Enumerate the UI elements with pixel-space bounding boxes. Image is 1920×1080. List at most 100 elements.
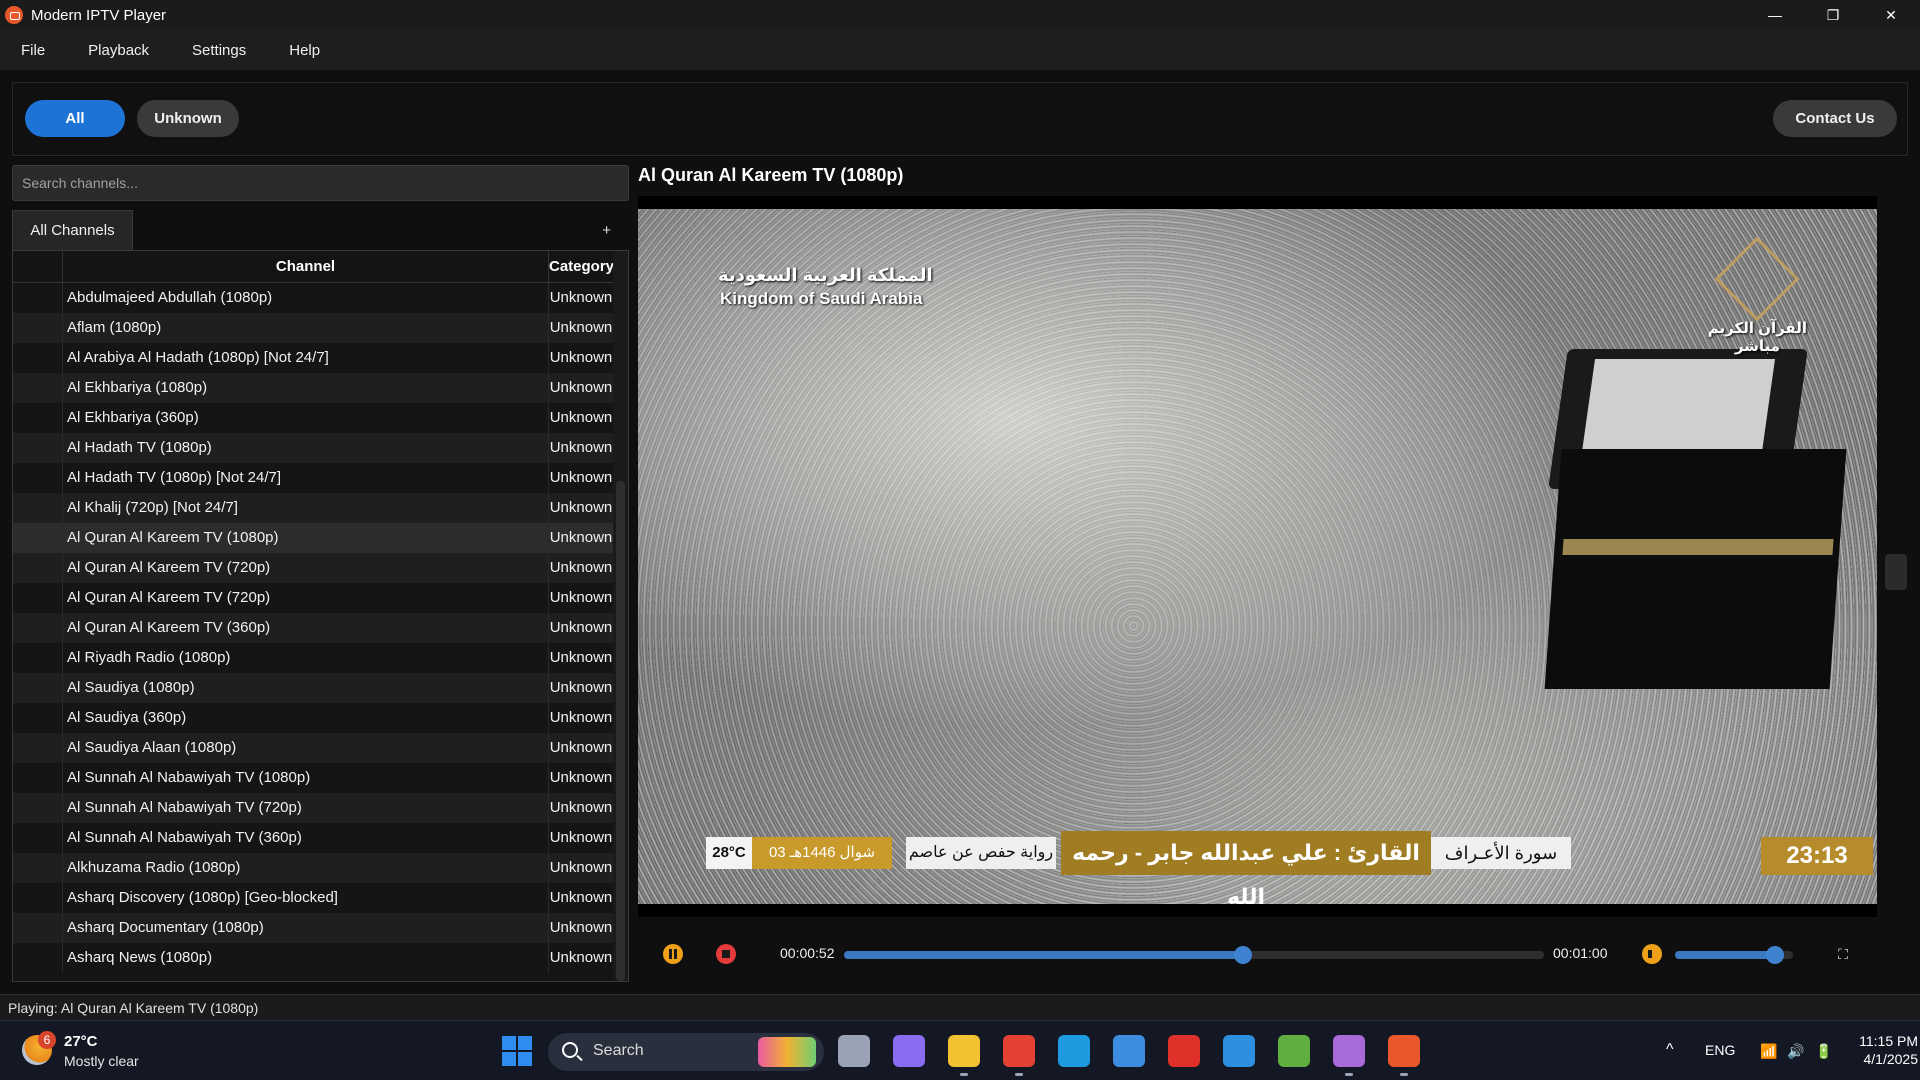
table-row[interactable]: Al Sunnah Al Nabawiyah TV (720p) Unknown xyxy=(13,793,613,823)
channel-name-cell[interactable]: Al Sunnah Al Nabawiyah TV (720p) xyxy=(63,793,549,823)
search-input[interactable] xyxy=(12,165,629,201)
row-header-cell[interactable] xyxy=(13,883,63,913)
wifi-icon[interactable]: 📶 xyxy=(1760,1043,1777,1060)
contact-us-button[interactable]: Contact Us xyxy=(1773,100,1897,137)
row-header-cell[interactable] xyxy=(13,823,63,853)
side-scroll-handle[interactable] xyxy=(1885,554,1907,590)
channel-name-cell[interactable]: Abdulmajeed Abdullah (1080p) xyxy=(63,283,549,313)
category-cell[interactable]: Unknown xyxy=(549,823,613,853)
channel-name-cell[interactable]: Asharq Documentary (1080p) xyxy=(63,913,549,943)
table-row[interactable]: Aflam (1080p) Unknown xyxy=(13,313,613,343)
category-cell[interactable]: Unknown xyxy=(549,343,613,373)
channel-name-cell[interactable]: Asharq News (1080p) xyxy=(63,943,549,973)
category-cell[interactable]: Unknown xyxy=(549,853,613,883)
category-cell[interactable]: Unknown xyxy=(549,403,613,433)
store-icon[interactable] xyxy=(1113,1035,1145,1067)
channel-name-cell[interactable]: Al Quran Al Kareem TV (720p) xyxy=(63,553,549,583)
row-header-cell[interactable] xyxy=(13,433,63,463)
clock-time[interactable]: 11:15 PM xyxy=(1843,1033,1918,1049)
table-row[interactable]: Al Saudiya (360p) Unknown xyxy=(13,703,613,733)
github-icon[interactable] xyxy=(1333,1035,1365,1067)
stop-button[interactable] xyxy=(716,944,736,964)
start-button-icon[interactable] xyxy=(501,1035,533,1067)
category-cell[interactable]: Unknown xyxy=(549,523,613,553)
row-header-cell[interactable] xyxy=(13,403,63,433)
category-cell[interactable]: Unknown xyxy=(549,673,613,703)
channel-name-cell[interactable]: Alkhuzama Radio (1080p) xyxy=(63,853,549,883)
table-row[interactable]: Al Ekhbariya (1080p) Unknown xyxy=(13,373,613,403)
table-row[interactable]: Al Hadath TV (1080p) [Not 24/7] Unknown xyxy=(13,463,613,493)
row-header-cell[interactable] xyxy=(13,943,63,973)
filter-unknown-button[interactable]: Unknown xyxy=(137,100,239,137)
table-row[interactable]: Al Ekhbariya (360p) Unknown xyxy=(13,403,613,433)
seek-slider[interactable] xyxy=(844,946,1544,964)
table-row[interactable]: Al Saudiya Alaan (1080p) Unknown xyxy=(13,733,613,763)
chrome-icon[interactable] xyxy=(1003,1035,1035,1067)
channel-name-cell[interactable]: Al Sunnah Al Nabawiyah TV (1080p) xyxy=(63,763,549,793)
channel-name-cell[interactable]: Al Ekhbariya (360p) xyxy=(63,403,549,433)
row-header-cell[interactable] xyxy=(13,493,63,523)
fullscreen-icon[interactable]: ⛶ xyxy=(1833,944,1853,964)
table-row[interactable]: Asharq Discovery (1080p) [Geo-blocked] Un… xyxy=(13,883,613,913)
category-cell[interactable]: Unknown xyxy=(549,583,613,613)
table-row[interactable]: Al Sunnah Al Nabawiyah TV (1080p) Unknown xyxy=(13,763,613,793)
table-row[interactable]: Asharq News (1080p) Unknown xyxy=(13,943,613,973)
row-header-cell[interactable] xyxy=(13,643,63,673)
video-player[interactable]: المملكة العربية السعودية Kingdom of Saud… xyxy=(638,196,1877,917)
category-cell[interactable]: Unknown xyxy=(549,943,613,973)
channel-name-cell[interactable]: Al Quran Al Kareem TV (1080p) xyxy=(63,523,549,553)
minimize-button[interactable]: — xyxy=(1746,0,1804,30)
table-row[interactable]: Alkhuzama Radio (1080p) Unknown xyxy=(13,853,613,883)
close-button[interactable]: ✕ xyxy=(1862,0,1920,30)
file-explorer-icon[interactable] xyxy=(948,1035,980,1067)
channel-name-cell[interactable]: Al Saudiya Alaan (1080p) xyxy=(63,733,549,763)
speaker-icon[interactable]: 🔊 xyxy=(1787,1043,1804,1060)
channel-name-cell[interactable]: Al Hadath TV (1080p) xyxy=(63,433,549,463)
add-tab-button[interactable]: + xyxy=(602,222,611,239)
channel-name-cell[interactable]: Al Riyadh Radio (1080p) xyxy=(63,643,549,673)
channel-name-cell[interactable]: Al Arabiya Al Hadath (1080p) [Not 24/7] xyxy=(63,343,549,373)
row-header-cell[interactable] xyxy=(13,913,63,943)
row-header-cell[interactable] xyxy=(13,673,63,703)
volume-slider[interactable] xyxy=(1675,946,1793,964)
channel-name-cell[interactable]: Al Khalij (720p) [Not 24/7] xyxy=(63,493,549,523)
battery-icon[interactable]: 🔋 xyxy=(1815,1043,1832,1060)
category-cell[interactable]: Unknown xyxy=(549,373,613,403)
category-cell[interactable]: Unknown xyxy=(549,493,613,523)
row-header-cell[interactable] xyxy=(13,283,63,313)
network-app-icon[interactable] xyxy=(1278,1035,1310,1067)
table-row[interactable]: Al Riyadh Radio (1080p) Unknown xyxy=(13,643,613,673)
table-row[interactable]: Abdulmajeed Abdullah (1080p) Unknown xyxy=(13,283,613,313)
row-header-cell[interactable] xyxy=(13,343,63,373)
column-header-category[interactable]: Category xyxy=(549,251,614,282)
row-header-cell[interactable] xyxy=(13,733,63,763)
channel-name-cell[interactable]: Al Ekhbariya (1080p) xyxy=(63,373,549,403)
row-header-cell[interactable] xyxy=(13,553,63,583)
language-indicator[interactable]: ENG xyxy=(1705,1042,1735,1058)
pause-button[interactable] xyxy=(663,944,683,964)
scrollbar-thumb[interactable] xyxy=(616,481,625,981)
category-cell[interactable]: Unknown xyxy=(549,313,613,343)
category-cell[interactable]: Unknown xyxy=(549,703,613,733)
table-row[interactable]: Asharq Documentary (1080p) Unknown xyxy=(13,913,613,943)
menu-help[interactable]: Help xyxy=(289,42,320,59)
seek-handle[interactable] xyxy=(1234,946,1252,964)
table-row[interactable]: Al Quran Al Kareem TV (720p) Unknown xyxy=(13,583,613,613)
category-cell[interactable]: Unknown xyxy=(549,763,613,793)
row-header-cell[interactable] xyxy=(13,463,63,493)
row-header-cell[interactable] xyxy=(13,313,63,343)
category-cell[interactable]: Unknown xyxy=(549,643,613,673)
edge-icon[interactable] xyxy=(1058,1035,1090,1067)
row-header-cell[interactable] xyxy=(13,523,63,553)
taskbar-search[interactable]: Search xyxy=(548,1033,824,1071)
category-cell[interactable]: Unknown xyxy=(549,883,613,913)
table-row[interactable]: Al Arabiya Al Hadath (1080p) [Not 24/7] U… xyxy=(13,343,613,373)
menu-playback[interactable]: Playback xyxy=(88,42,149,59)
category-cell[interactable]: Unknown xyxy=(549,733,613,763)
row-header-cell[interactable] xyxy=(13,373,63,403)
vscode-icon[interactable] xyxy=(1223,1035,1255,1067)
channel-list-scrollbar[interactable] xyxy=(613,251,628,981)
category-cell[interactable]: Unknown xyxy=(549,913,613,943)
menu-settings[interactable]: Settings xyxy=(192,42,246,59)
category-cell[interactable]: Unknown xyxy=(549,553,613,583)
